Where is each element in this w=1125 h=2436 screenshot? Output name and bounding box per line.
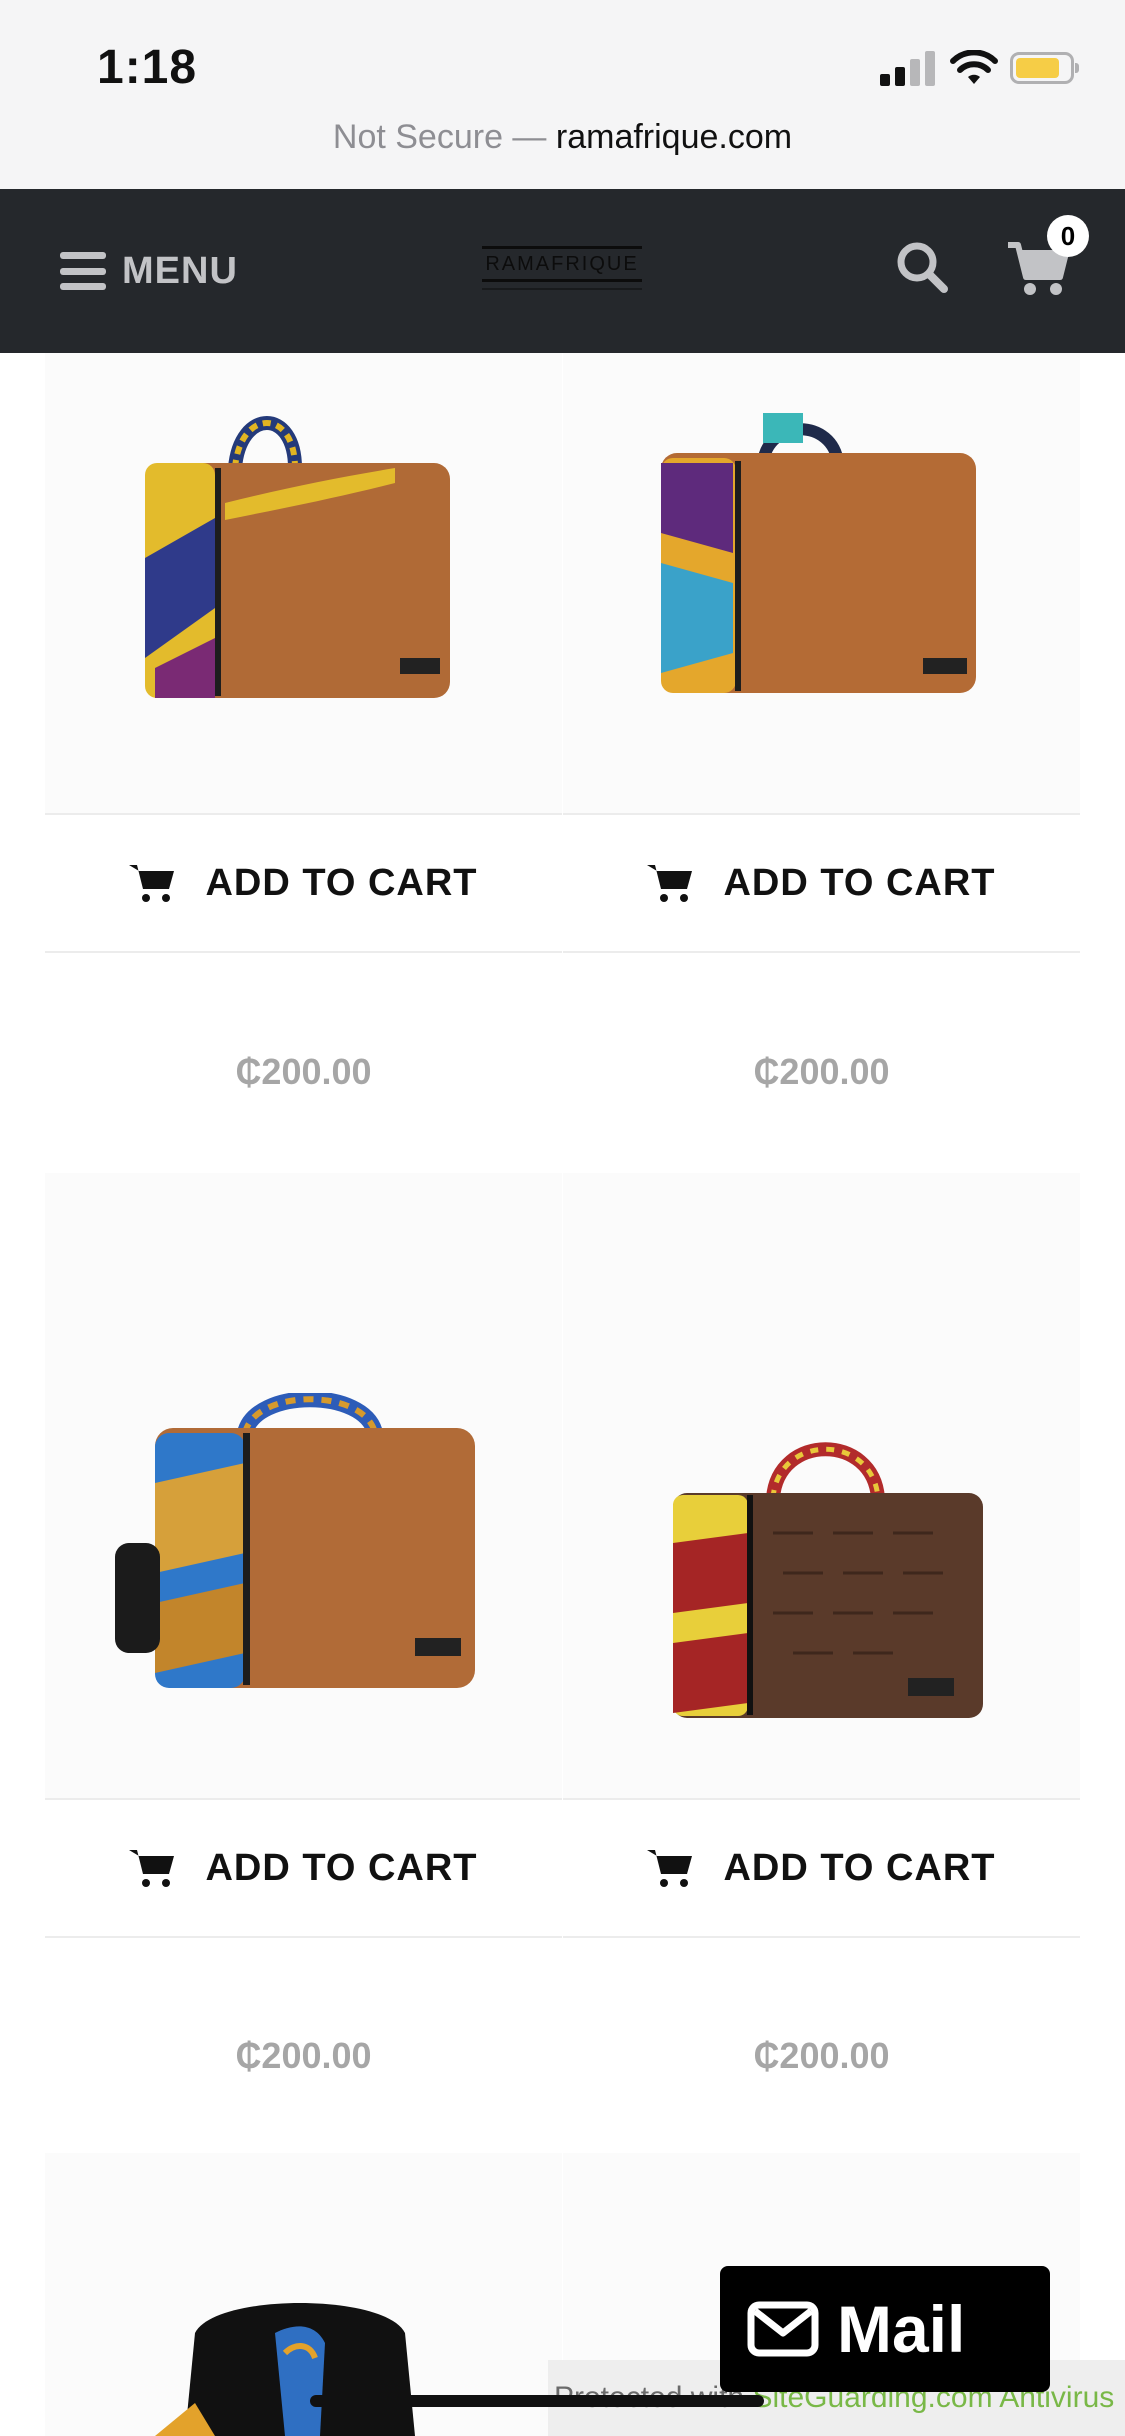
add-to-cart-button[interactable]: ADD TO CART: [45, 813, 562, 953]
address-separator: —: [502, 118, 556, 156]
product-price: ₵200.00: [753, 2035, 890, 2076]
cart-count-badge: 0: [1047, 215, 1089, 257]
product-price: ₵200.00: [235, 1051, 372, 1092]
add-to-cart-label: ADD TO CART: [723, 1846, 996, 1889]
wifi-icon: [950, 50, 998, 84]
product-image[interactable]: [45, 2153, 562, 2436]
messenger-bag-image: [115, 1393, 475, 1688]
product-image[interactable]: [45, 353, 562, 813]
security-label: Not Secure: [332, 118, 503, 156]
menu-button[interactable]: MENU: [60, 245, 238, 297]
status-time: 1:18: [97, 41, 198, 94]
add-to-cart-button[interactable]: ADD TO CART: [563, 813, 1080, 953]
laptop-bag-image: [661, 413, 976, 693]
add-to-cart-label: ADD TO CART: [205, 1846, 478, 1889]
status-bar: 1:18 Not Secure — ramafrique.com: [0, 0, 1125, 189]
cart-icon: [647, 865, 693, 902]
mail-button[interactable]: Mail: [720, 2266, 1050, 2392]
laptop-bag-image: [145, 416, 450, 698]
add-to-cart-button[interactable]: ADD TO CART: [563, 1798, 1080, 1938]
menu-label: MENU: [122, 249, 238, 292]
home-indicator[interactable]: [310, 2395, 764, 2407]
site-logo[interactable]: RAMAFRIQUE: [482, 246, 646, 294]
product-price: ₵200.00: [753, 1051, 890, 1092]
product-image[interactable]: [45, 1173, 562, 1798]
site-header: MENU RAMAFRIQUE: [0, 189, 1125, 353]
add-to-cart-label: ADD TO CART: [723, 861, 996, 904]
cellular-signal-icon: [880, 50, 936, 86]
logo-text: RAMAFRIQUE: [485, 252, 639, 275]
product-price: ₵200.00: [235, 2035, 372, 2076]
cart-icon: [129, 865, 175, 902]
hamburger-icon: [60, 252, 106, 290]
cart-icon: [647, 1850, 693, 1887]
battery-icon: [1010, 52, 1079, 84]
mail-icon: [747, 2301, 819, 2357]
address-bar[interactable]: Not Secure — ramafrique.com: [0, 118, 1125, 157]
product-image[interactable]: [563, 1173, 1080, 1798]
backpack-image: [155, 2303, 415, 2436]
croc-bag-image: [673, 1442, 983, 1718]
add-to-cart-label: ADD TO CART: [205, 861, 478, 904]
product-image[interactable]: [563, 353, 1080, 813]
add-to-cart-button[interactable]: ADD TO CART: [45, 1798, 562, 1938]
search-icon[interactable]: [894, 239, 950, 295]
domain-label: ramafrique.com: [555, 118, 793, 156]
cart-icon: [129, 1850, 175, 1887]
mail-label: Mail: [837, 2292, 966, 2366]
